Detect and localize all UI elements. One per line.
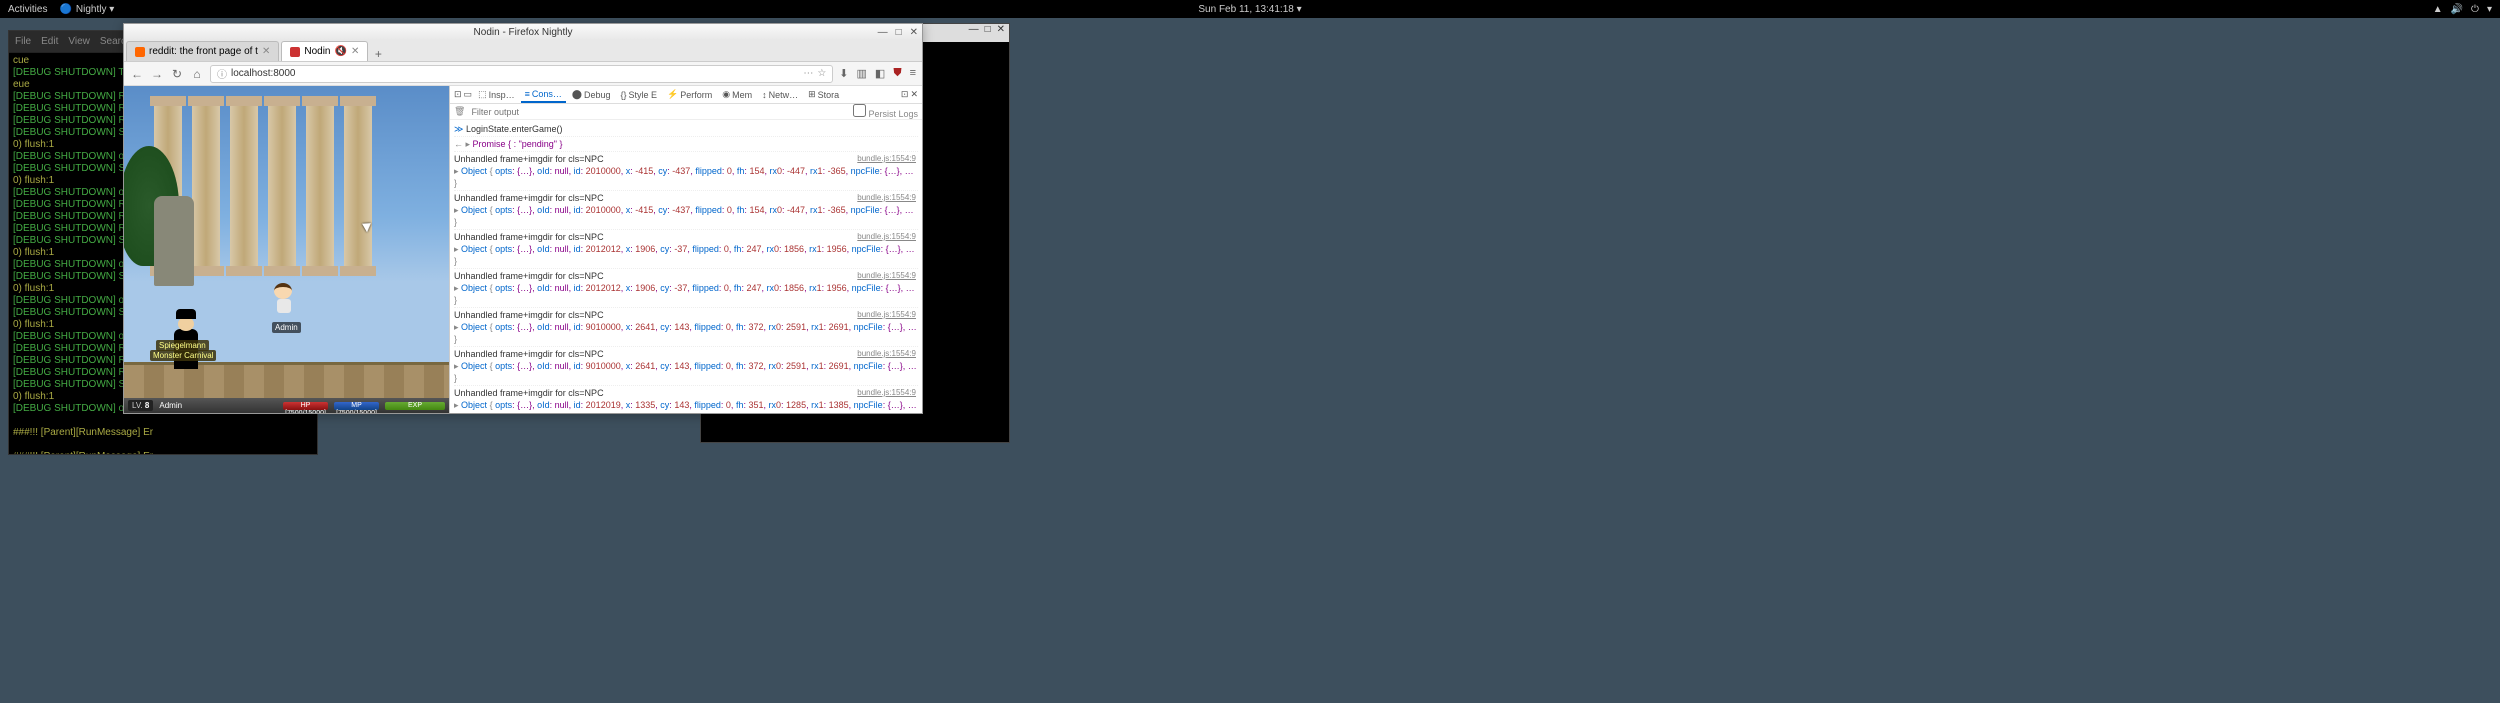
console-output[interactable]: ≫ LoginState.enterGame()← ▸ Promise { : … [450, 120, 922, 413]
statue-decoration [154, 196, 194, 286]
player-name-tag: Admin [272, 322, 301, 333]
user-menu[interactable]: ▾ [2487, 4, 2492, 15]
tab-console[interactable]: ≡ Cons… [521, 87, 566, 103]
exp-bar: EXP [385, 402, 445, 410]
game-hud: LV. 8 Admin HP [7500/15000] MP [7500/150… [124, 398, 449, 413]
menu-icon[interactable]: ≡ [910, 67, 916, 80]
firefox-icon: 🔵 [59, 4, 71, 15]
bookmark-icon[interactable]: ☆ [817, 68, 826, 79]
devtools-close-icon[interactable]: ✕ [910, 89, 918, 100]
level-label: LV. 8 [128, 400, 153, 411]
devtools-dock-icon[interactable]: ⊡ [901, 89, 909, 100]
game-canvas[interactable]: Spiegelmann Monster Carnival Admin LV. 8… [124, 86, 449, 413]
downloads-icon[interactable]: ⬇ [839, 67, 848, 80]
inspector-picker-icon[interactable]: ⊡ [454, 89, 462, 100]
npc-title-tag: Monster Carnival [150, 350, 216, 361]
maximize-button[interactable]: □ [896, 27, 902, 38]
tab-strip: reddit: the front page of t ✕ Nodin 🔇 ✕ … [124, 40, 922, 62]
power-icon[interactable]: ⏻ [2471, 4, 2479, 15]
nav-toolbar: ← → ↻ ⌂ ⓘ localhost:8000 ⋯ ☆ ⬇ ▥ ◧ ⛊ ≡ [124, 62, 922, 86]
close-button[interactable]: ✕ [910, 27, 918, 38]
back-button[interactable]: ← [130, 67, 144, 81]
url-text: localhost:8000 [231, 68, 296, 79]
reload-button[interactable]: ↻ [170, 67, 184, 81]
close-icon[interactable]: ✕ [262, 46, 270, 57]
tab-reddit[interactable]: reddit: the front page of t ✕ [126, 41, 279, 61]
devtools-panel: ⊡ ▭ ⬚ Insp… ≡ Cons… ⬤ Debug {} Style E ⚡… [449, 86, 922, 413]
menu-edit[interactable]: Edit [41, 36, 58, 47]
forward-button[interactable]: → [150, 67, 164, 81]
console-filter-bar: 🗑 Persist Logs [450, 104, 922, 120]
close-button[interactable]: ✕ [997, 24, 1005, 42]
column-decoration [306, 96, 334, 276]
sidebar-icon[interactable]: ◧ [875, 67, 885, 80]
volume-icon[interactable]: 🔊 [2451, 4, 2463, 15]
menu-view[interactable]: View [68, 36, 90, 47]
persist-logs-checkbox[interactable]: Persist Logs [853, 104, 918, 119]
activities-button[interactable]: Activities [8, 4, 47, 15]
page-action-icon[interactable]: ⋯ [803, 68, 813, 79]
hud-name: Admin [159, 401, 182, 410]
maximize-button[interactable]: □ [985, 24, 991, 42]
minimize-button[interactable]: — [878, 27, 888, 38]
ground-tiles [124, 362, 449, 398]
network-icon[interactable]: ▲ [2433, 4, 2443, 15]
library-icon[interactable]: ▥ [857, 67, 867, 80]
hp-bar: HP [7500/15000] [283, 402, 328, 410]
devtools-tabs: ⊡ ▭ ⬚ Insp… ≡ Cons… ⬤ Debug {} Style E ⚡… [450, 86, 922, 104]
tab-perf[interactable]: ⚡ Perform [663, 87, 716, 102]
window-titlebar: Nodin - Firefox Nightly — □ ✕ [124, 24, 922, 40]
game-cursor [364, 221, 376, 233]
tab-memory[interactable]: ◉ Mem [718, 87, 756, 102]
gnome-topbar: Activities 🔵 Nightly ▾ Sun Feb 11, 13:41… [0, 0, 2500, 18]
trash-icon[interactable]: 🗑 [454, 106, 465, 117]
ublock-icon[interactable]: ⛊ [893, 67, 901, 80]
url-bar[interactable]: ⓘ localhost:8000 ⋯ ☆ [210, 65, 833, 83]
app-menu[interactable]: 🔵 Nightly ▾ [59, 4, 114, 15]
close-icon[interactable]: ✕ [351, 46, 359, 57]
reddit-icon [135, 47, 145, 57]
column-decoration [268, 96, 296, 276]
nodin-icon [290, 47, 300, 57]
tab-inspector[interactable]: ⬚ Insp… [474, 87, 519, 102]
tab-nodin[interactable]: Nodin 🔇 ✕ [281, 41, 368, 61]
menu-file[interactable]: File [15, 36, 31, 47]
column-decoration [230, 96, 258, 276]
home-button[interactable]: ⌂ [190, 67, 204, 81]
tab-network[interactable]: ↕ Netw… [758, 88, 802, 102]
new-tab-button[interactable]: + [368, 47, 388, 61]
firefox-window: Nodin - Firefox Nightly — □ ✕ reddit: th… [123, 23, 923, 414]
tab-storage[interactable]: ⊞ Stora [804, 87, 843, 102]
column-decoration [192, 96, 220, 276]
site-info-icon[interactable]: ⓘ [217, 66, 227, 81]
player-character[interactable] [274, 283, 294, 313]
mp-bar: MP [7500/15000] [334, 402, 379, 410]
responsive-icon[interactable]: ▭ [464, 89, 473, 100]
mute-icon[interactable]: 🔇 [335, 46, 347, 57]
tab-style[interactable]: {} Style E [616, 88, 661, 102]
window-title: Nodin - Firefox Nightly [474, 27, 573, 38]
tab-debugger[interactable]: ⬤ Debug [568, 87, 615, 102]
filter-input[interactable] [471, 107, 847, 117]
minimize-button[interactable]: — [969, 24, 979, 42]
clock[interactable]: Sun Feb 11, 13:41:18 ▾ [1198, 4, 1301, 15]
column-decoration [344, 96, 372, 276]
